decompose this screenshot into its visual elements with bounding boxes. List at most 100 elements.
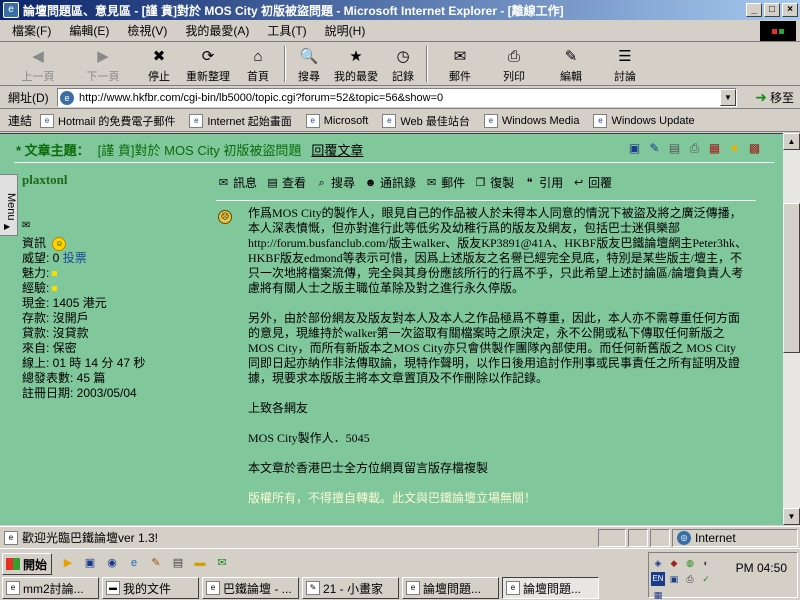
forward-button[interactable]: ▶ 下一頁 [68,44,138,84]
vertical-scrollbar[interactable]: ▲ ▼ [783,133,800,525]
gift-icon[interactable]: ▩ [747,140,762,156]
task-buttons: e mm2討論... ▬ 我的文件 e 巴鐵論壇 - ... ✎ 21 - 小畫家 e論… [2,577,599,599]
post-divider [216,200,756,201]
favorites-icon: ★ [349,48,363,65]
folder-icon[interactable]: ▬ [192,555,208,571]
author-panel: plaxtonl [22,172,202,188]
reply-topic-link[interactable]: 回覆文章 [311,140,363,159]
notepad-icon[interactable]: ▤ [170,555,186,571]
task-paint[interactable]: ✎ 21 - 小畫家 [302,577,399,599]
search-button[interactable]: 🔍 搜尋 [290,44,328,84]
menu-file[interactable]: 檔案(F) [12,22,51,39]
close-button[interactable]: × [782,3,798,17]
printer-tray-icon[interactable]: ⎙ [683,572,697,586]
task-forum-issues[interactable]: e 論壇問題... [402,577,499,599]
mail-button[interactable]: ✉ 郵件 [432,44,488,84]
stop-button[interactable]: ✖ 停止 [138,44,180,84]
post-paragraph: MOS City製作人．5045 [248,431,370,445]
discuss-button[interactable]: ☰ 討論 [602,44,648,84]
address-label: 網址(D) [8,91,49,105]
start-button[interactable]: 開始 [2,553,52,575]
edit-button[interactable]: ✎ 編輯 [540,44,602,84]
pen-icon[interactable]: ✎ [647,140,662,156]
status-panel [598,528,626,547]
print-button[interactable]: ⎙ 列印 [488,44,540,84]
link-page-icon: e [382,113,397,128]
efos-icon[interactable]: ◆ [667,556,681,570]
task-mm2[interactable]: e mm2討論... [2,577,99,599]
link-hotmail[interactable]: e Hotmail 的免費電子郵件 [40,113,175,129]
edit-icon: ✎ [564,48,578,65]
action-view[interactable]: ▤ 查看 [265,174,306,191]
language-icon[interactable]: EN [651,572,665,586]
ie-launch-icon[interactable]: e [126,555,142,571]
task-busrail-forum[interactable]: e 巴鐵論壇 - ... [202,577,299,599]
view-icon: ▤ [267,176,278,189]
favorites-button[interactable]: ★ 我的最愛 [328,44,384,84]
topic-subject: [謹 賁]對於 MOS City 初版被盜問題 [97,142,302,158]
menu-tools[interactable]: 工具(T) [267,22,306,39]
clock[interactable]: PM 04:50 [736,561,787,575]
pdf-icon[interactable]: ▦ [707,140,722,156]
link-microsoft[interactable]: e Microsoft [305,113,368,128]
link-best-sites[interactable]: e Web 最佳站台 [382,113,470,129]
system-tray: ◈ ◆ ◍ ◐ EN ▣ ⎙ ✓ ▦ PM 04:50 [648,552,798,600]
scroll-thumb[interactable] [783,203,800,353]
desktop-icon[interactable]: ▣ [82,555,98,571]
deposit-value: 存款: 沒開戶 [22,311,89,325]
action-quote[interactable]: ❝ 引用 [522,174,563,191]
vote-link[interactable]: 投票 [63,251,87,265]
envelope-icon[interactable]: ✉ [22,220,30,231]
title-bar: e 論壇問題區、意見區 - [謹 賁]對於 MOS City 初版被盜問題 - … [0,0,800,20]
task-forum-issues-active[interactable]: e 論壇問題... [502,577,599,599]
go-button[interactable]: ➜ 移至 [755,89,794,106]
refresh-button[interactable]: ⟳ 重新整理 [180,44,236,84]
shield-icon[interactable]: ◍ [683,556,697,570]
address-input[interactable]: e http://www.hkfbr.com/cgi-bin/lb5000/to… [57,88,737,107]
link-windows-media[interactable]: e Windows Media [483,113,579,128]
scroll-up-button[interactable]: ▲ [783,133,800,150]
history-icon: ◷ [396,48,410,65]
side-menu-tab[interactable]: Menu ▶ [0,174,18,236]
save-icon[interactable]: ▣ [627,140,642,156]
task-my-documents[interactable]: ▬ 我的文件 [102,577,199,599]
address-dropdown-button[interactable]: ▼ [720,89,736,106]
action-search[interactable]: ⌕ 搜尋 [314,174,355,191]
chat-icon[interactable]: ✉ [214,555,230,571]
link-windows-update[interactable]: e Windows Update [593,113,695,128]
scroll-down-button[interactable]: ▼ [783,508,800,525]
action-copy[interactable]: ❐ 復製 [473,174,514,191]
bookmark-icon[interactable]: ▤ [667,140,682,156]
outlook-icon[interactable]: ◉ [104,555,120,571]
update-icon[interactable]: ✓ [699,572,713,586]
action-reply[interactable]: ↩ 回覆 [571,174,612,191]
minimize-button[interactable]: _ [746,3,762,17]
author-name[interactable]: plaxtonl [22,172,202,188]
media-player-icon[interactable]: ▶ [60,555,76,571]
history-button[interactable]: ◷ 記錄 [384,44,422,84]
network-icon[interactable]: ◈ [651,556,665,570]
address-bar: 網址(D) e http://www.hkfbr.com/cgi-bin/lb5… [0,87,800,109]
menu-bar: 檔案(F) 編輯(E) 檢視(V) 我的最愛(A) 工具(T) 說明(H) [0,20,800,42]
star-icon[interactable]: ★ [727,140,742,156]
home-button[interactable]: ⌂ 首頁 [236,44,280,84]
print-topic-icon[interactable]: ⎙ [687,140,702,156]
action-contacts[interactable]: ☻ 通訊錄 [363,174,416,191]
back-button[interactable]: ◀ 上一頁 [8,44,68,84]
menu-favorites[interactable]: 我的最愛(A) [185,22,249,39]
go-arrow-icon: ➜ [755,89,767,105]
stop-icon: ✖ [152,48,166,65]
windows-logo-icon [760,21,796,41]
display-icon[interactable]: ▦ [651,588,665,600]
pencil-icon[interactable]: ✎ [148,555,164,571]
link-internet-start[interactable]: e Internet 起始畫面 [189,113,292,129]
monitor-icon[interactable]: ▣ [667,572,681,586]
menu-help[interactable]: 說明(H) [325,22,366,39]
menu-edit[interactable]: 編輯(E) [69,22,109,39]
action-mail[interactable]: ✉ 郵件 [424,174,465,191]
menu-view[interactable]: 檢視(V) [127,22,167,39]
post-paragraph: 另外，由於部份網友及版友對本人及本人之作品極爲不尊重，因此，本人亦不需尊重任何方… [248,311,741,385]
action-message[interactable]: ✉ 訊息 [216,174,257,191]
maximize-button[interactable]: □ [764,3,780,17]
volume-icon[interactable]: ◐ [699,556,713,570]
